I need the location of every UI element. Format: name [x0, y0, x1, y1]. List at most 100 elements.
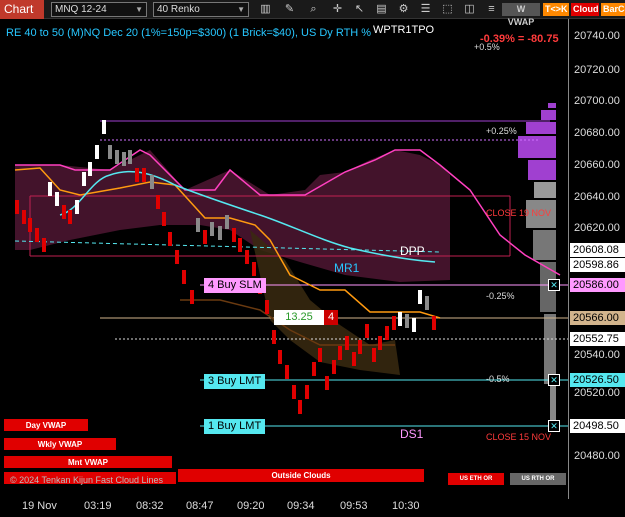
time-label: 19 Nov [22, 500, 57, 512]
outside-clouds-label: Outside Clouds [178, 469, 424, 482]
chevron-down-icon: ▼ [135, 5, 143, 14]
time-label: 09:53 [340, 500, 368, 512]
position-qty[interactable]: 4 [324, 310, 338, 325]
day-vwap-label: Day VWAP [25, 421, 67, 430]
close-icon[interactable]: ✕ [548, 279, 560, 291]
renko-brick [378, 336, 382, 350]
renko-brick [128, 150, 132, 164]
ds1-label: DS1 [400, 427, 424, 441]
bars-icon[interactable]: ▥ [258, 2, 273, 17]
chart-tab[interactable]: Chart [0, 0, 44, 19]
menu-icon[interactable]: ≡ [484, 2, 499, 17]
renko-brick [238, 238, 242, 252]
renko-brick [156, 195, 160, 209]
cursor-icon[interactable]: ↖ [352, 2, 367, 17]
axis-divider [568, 19, 569, 499]
price-marker: 20526.50 [570, 373, 625, 387]
close-icon[interactable]: ✕ [548, 374, 560, 386]
w-vwap-button[interactable]: W VWAP [502, 3, 540, 27]
renko-brick [372, 348, 376, 362]
watermark: © 2024 Tenkan Kijun Fast Cloud Lines [10, 475, 164, 485]
pct-sub: +0.5% [474, 42, 500, 52]
renko-brick [345, 336, 349, 350]
buy-lmt-1-order[interactable]: 1 Buy LMT [204, 419, 266, 434]
instrument-select[interactable]: MNQ 12-24 ▼ [51, 2, 147, 17]
renko-brick [75, 200, 79, 214]
renko-brick [35, 228, 39, 242]
pct-minus-025: -0.25% [486, 291, 515, 301]
renko-brick [245, 250, 249, 264]
renko-brick [108, 145, 112, 159]
price-label: 20720.00 [574, 64, 620, 76]
pencil-icon[interactable]: ✎ [282, 2, 297, 17]
buy-lmt-3-order[interactable]: 3 Buy LMT [204, 374, 266, 389]
time-label: 10:30 [392, 500, 420, 512]
renko-brick [88, 162, 92, 176]
renko-brick [432, 316, 436, 330]
renko-brick [305, 385, 309, 399]
renko-brick [162, 212, 166, 226]
price-label: 20740.00 [574, 30, 620, 42]
zoom-icon[interactable]: ⌕ [306, 2, 321, 17]
renko-brick [196, 218, 200, 232]
instrument-value: MNQ 12-24 [55, 4, 107, 15]
time-axis[interactable]: 19 Nov 03:19 08:32 08:47 09:20 09:34 09:… [0, 497, 568, 517]
renko-brick [95, 145, 99, 159]
price-label: 20520.00 [574, 387, 620, 399]
renko-brick [15, 200, 19, 214]
renko-brick [265, 300, 269, 314]
cloud-button[interactable]: Cloud [571, 3, 599, 16]
price-label: 20620.00 [574, 222, 620, 234]
time-label: 09:20 [237, 500, 265, 512]
price-marker: 20598.86 [570, 258, 625, 272]
renko-brick [218, 226, 222, 240]
renko-brick [203, 230, 207, 244]
dpp-label: DPP [400, 244, 425, 258]
renko-brick [115, 150, 119, 164]
us-eth-or-label: US ETH OR [448, 473, 504, 485]
bar-type-select[interactable]: 40 Renko ▼ [153, 2, 249, 17]
renko-brick [318, 348, 322, 362]
renko-brick [338, 346, 342, 360]
price-marker: 20586.00 [570, 278, 625, 292]
position-pnl[interactable]: 13.25 [274, 310, 324, 325]
crosshair-icon[interactable]: ✛ [330, 2, 345, 17]
properties-icon[interactable]: ▤ [374, 2, 389, 17]
alert-icon[interactable]: ☰ [418, 2, 433, 17]
renko-brick [352, 352, 356, 366]
chevron-down-icon: ▼ [237, 5, 245, 14]
renko-brick [325, 376, 329, 390]
dock-icon[interactable]: ⬚ [440, 2, 455, 17]
time-label: 08:47 [186, 500, 214, 512]
renko-brick [278, 350, 282, 364]
renko-brick [42, 238, 46, 252]
chart-title: RE 40 to 50 (M)NQ Dec 20 (1%=150p=$300) … [6, 27, 372, 39]
renko-brick [332, 360, 336, 374]
renko-brick [175, 250, 179, 264]
renko-brick [225, 215, 229, 229]
price-marker: 20566.00 [570, 311, 625, 325]
price-marker: 20498.50 [570, 419, 625, 433]
buy-slm-order[interactable]: 4 Buy SLM [204, 278, 266, 293]
us-rth-or-label: US RTH OR [510, 473, 566, 485]
renko-brick [398, 312, 402, 326]
barco-button[interactable]: BarCo [601, 3, 625, 16]
price-label: 20680.00 [574, 127, 620, 139]
price-axis[interactable]: 20740.00 20720.00 20700.00 20680.00 2066… [568, 19, 625, 499]
price-label: 20540.00 [574, 349, 620, 361]
strategy-icon[interactable]: ⚙ [396, 2, 411, 17]
renko-brick [150, 175, 154, 189]
renko-brick [210, 222, 214, 236]
mnt-vwap-label: Mnt VWAP [68, 458, 108, 467]
renko-brick [412, 318, 416, 332]
renko-brick [292, 385, 296, 399]
renko-brick [48, 182, 52, 196]
renko-brick [122, 152, 126, 166]
bar-type-value: 40 Renko [157, 4, 200, 15]
renko-brick [298, 400, 302, 414]
close-icon[interactable]: ✕ [548, 420, 560, 432]
renko-brick [55, 192, 59, 206]
camera-icon[interactable]: ◫ [462, 2, 477, 17]
tk-button[interactable]: T<>K [543, 3, 569, 16]
renko-brick [190, 290, 194, 304]
